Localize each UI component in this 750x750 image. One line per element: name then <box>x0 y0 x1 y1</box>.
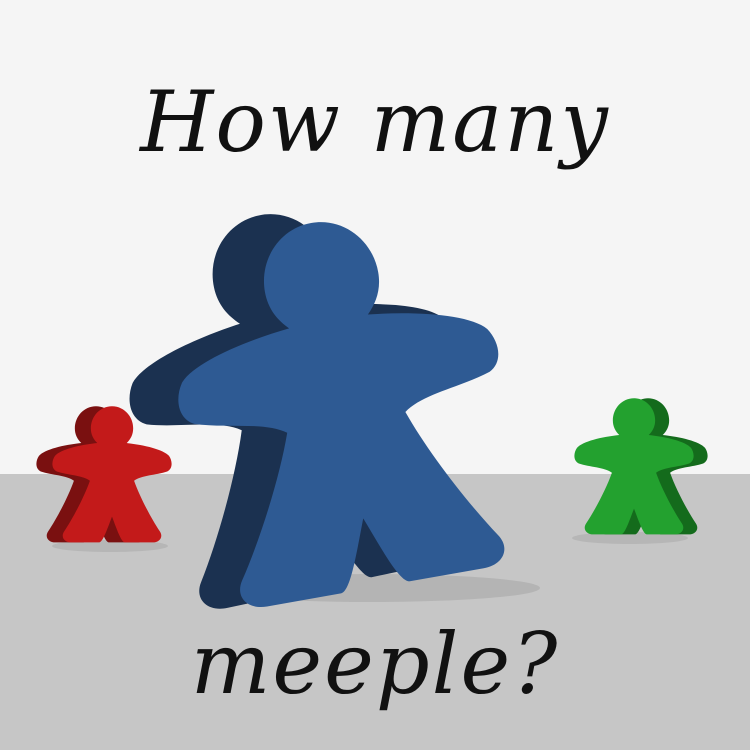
green-meeple <box>574 398 708 535</box>
red-meeple <box>36 406 172 543</box>
meeple-scene: How many meeple? <box>0 0 750 750</box>
title-meeple: meeple? <box>190 615 560 713</box>
title-how-many: How many <box>140 73 610 171</box>
blue-meeple <box>97 181 535 619</box>
